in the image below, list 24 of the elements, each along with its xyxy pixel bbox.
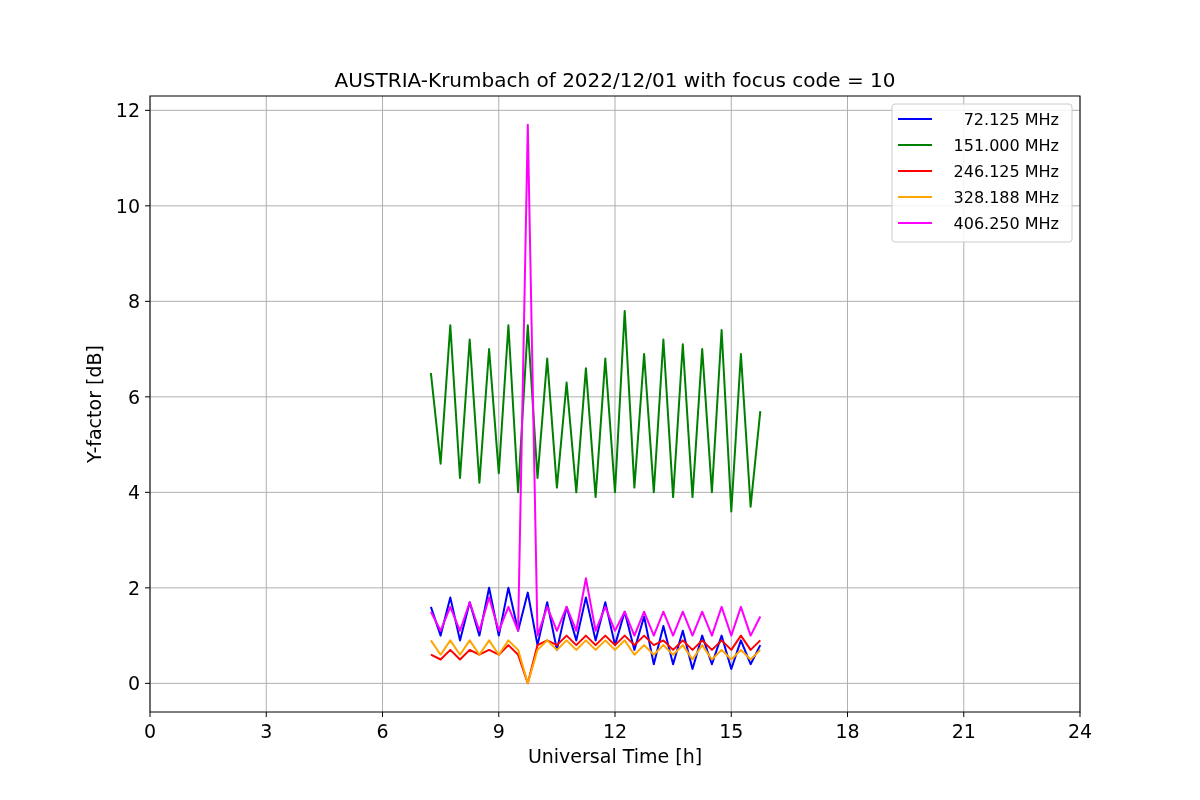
tick-label: 6 [376, 720, 389, 742]
legend-label: 72.125 MHz [963, 110, 1059, 129]
tick-label: 9 [492, 720, 505, 742]
tick-label: 3 [260, 720, 273, 742]
tick-label: 4 [127, 481, 140, 504]
tick-label: 8 [127, 290, 140, 313]
tick-label: 0 [127, 672, 140, 695]
tick-label: 2 [127, 576, 140, 599]
tick-label: 18 [835, 720, 860, 742]
tick-label: 15 [719, 720, 744, 742]
tick-label: 6 [127, 385, 140, 408]
axis-label: Y-factor [dB] [83, 345, 105, 463]
tick-label: 10 [115, 194, 140, 217]
axis-label: Universal Time [h] [527, 745, 703, 767]
tick-label: 21 [951, 720, 976, 742]
legend-label: 406.250 MHz [953, 214, 1059, 233]
tick-label: 12 [602, 720, 628, 742]
tick-label: 12 [115, 99, 140, 122]
legend-label: 328.188 MHz [953, 188, 1059, 207]
tick-label: 0 [143, 720, 157, 742]
legend-label: 151.000 MHz [953, 136, 1059, 155]
legend-label: 246.125 MHz [953, 162, 1059, 181]
tick-label: 24 [1067, 720, 1093, 742]
chart-title: AUSTRIA-Krumbach of 2022/12/01 with focus code = 10 [334, 68, 896, 92]
